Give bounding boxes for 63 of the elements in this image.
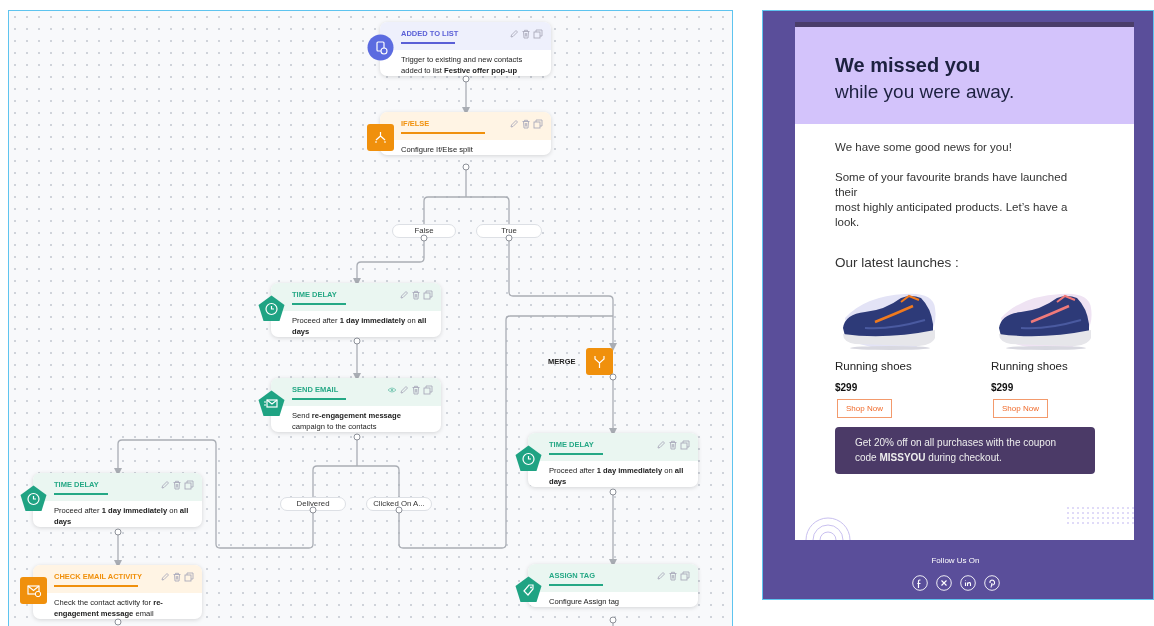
tag-icon [515,576,542,603]
edit-icon[interactable] [656,440,666,450]
copy-icon[interactable] [423,290,433,300]
follow-label: Follow Us On [931,556,980,565]
edit-icon[interactable] [509,29,519,39]
social-icon[interactable] [983,575,1000,591]
connector-port[interactable] [609,373,617,381]
merge-icon[interactable] [585,348,613,375]
edit-icon[interactable] [160,572,170,582]
delete-icon[interactable] [521,29,531,39]
product-price: $299 [991,382,1014,393]
connector-port[interactable] [114,618,122,626]
copy-icon[interactable] [423,385,433,395]
coupon-banner: Get 20% off on all purchases with the coupon code MISSYOU during checkout. [835,427,1095,474]
connector-port[interactable] [395,506,403,514]
delete-icon[interactable] [668,440,678,450]
delete-icon[interactable] [172,480,182,490]
email-text: We have some good news for you! [835,140,1013,155]
clock-icon [20,485,47,512]
delete-icon[interactable] [411,290,421,300]
delete-icon[interactable] [668,571,678,581]
envelope-icon [258,390,285,417]
social-icon[interactable] [935,575,952,591]
copy-icon[interactable] [184,480,194,490]
edit-icon[interactable] [399,290,409,300]
eye-icon[interactable] [387,385,397,395]
delete-icon[interactable] [411,385,421,395]
list-icon [367,34,394,61]
social-icon[interactable] [959,575,976,591]
edit-icon[interactable] [509,119,519,129]
edit-icon[interactable] [160,480,170,490]
email-heading: We missed you [835,53,982,78]
copy-icon[interactable] [184,572,194,582]
delete-icon[interactable] [172,572,182,582]
connector-port[interactable] [309,506,317,514]
clock-icon [515,445,542,472]
copy-icon[interactable] [680,571,690,581]
connector-port[interactable] [609,488,617,496]
envelope-icon [20,577,47,604]
clock-icon [258,295,285,322]
copy-icon[interactable] [533,119,543,129]
connector-port[interactable] [353,433,361,441]
product-name: Running shoes [835,360,912,372]
email-subheading: while you were away. [835,80,1016,104]
social-icon[interactable] [911,575,928,591]
connector-port[interactable] [114,528,122,536]
connector-port[interactable] [420,234,428,242]
edit-icon[interactable] [656,571,666,581]
edit-icon[interactable] [399,385,409,395]
connector-port[interactable] [353,337,361,345]
product-name: Running shoes [991,360,1068,372]
copy-icon[interactable] [680,440,690,450]
connector-port[interactable] [462,163,470,171]
section-title: Our latest launches : [835,255,960,270]
connector-port[interactable] [505,234,513,242]
split-icon [367,124,394,151]
product-price: $299 [835,382,858,393]
connector-port[interactable] [609,616,617,624]
delete-icon[interactable] [521,119,531,129]
connector-port[interactable] [462,75,470,83]
dots-drawing [1066,506,1134,525]
copy-icon[interactable] [533,29,543,39]
email-text: most highly anticipated products. Let’s have a look. [835,200,1069,230]
